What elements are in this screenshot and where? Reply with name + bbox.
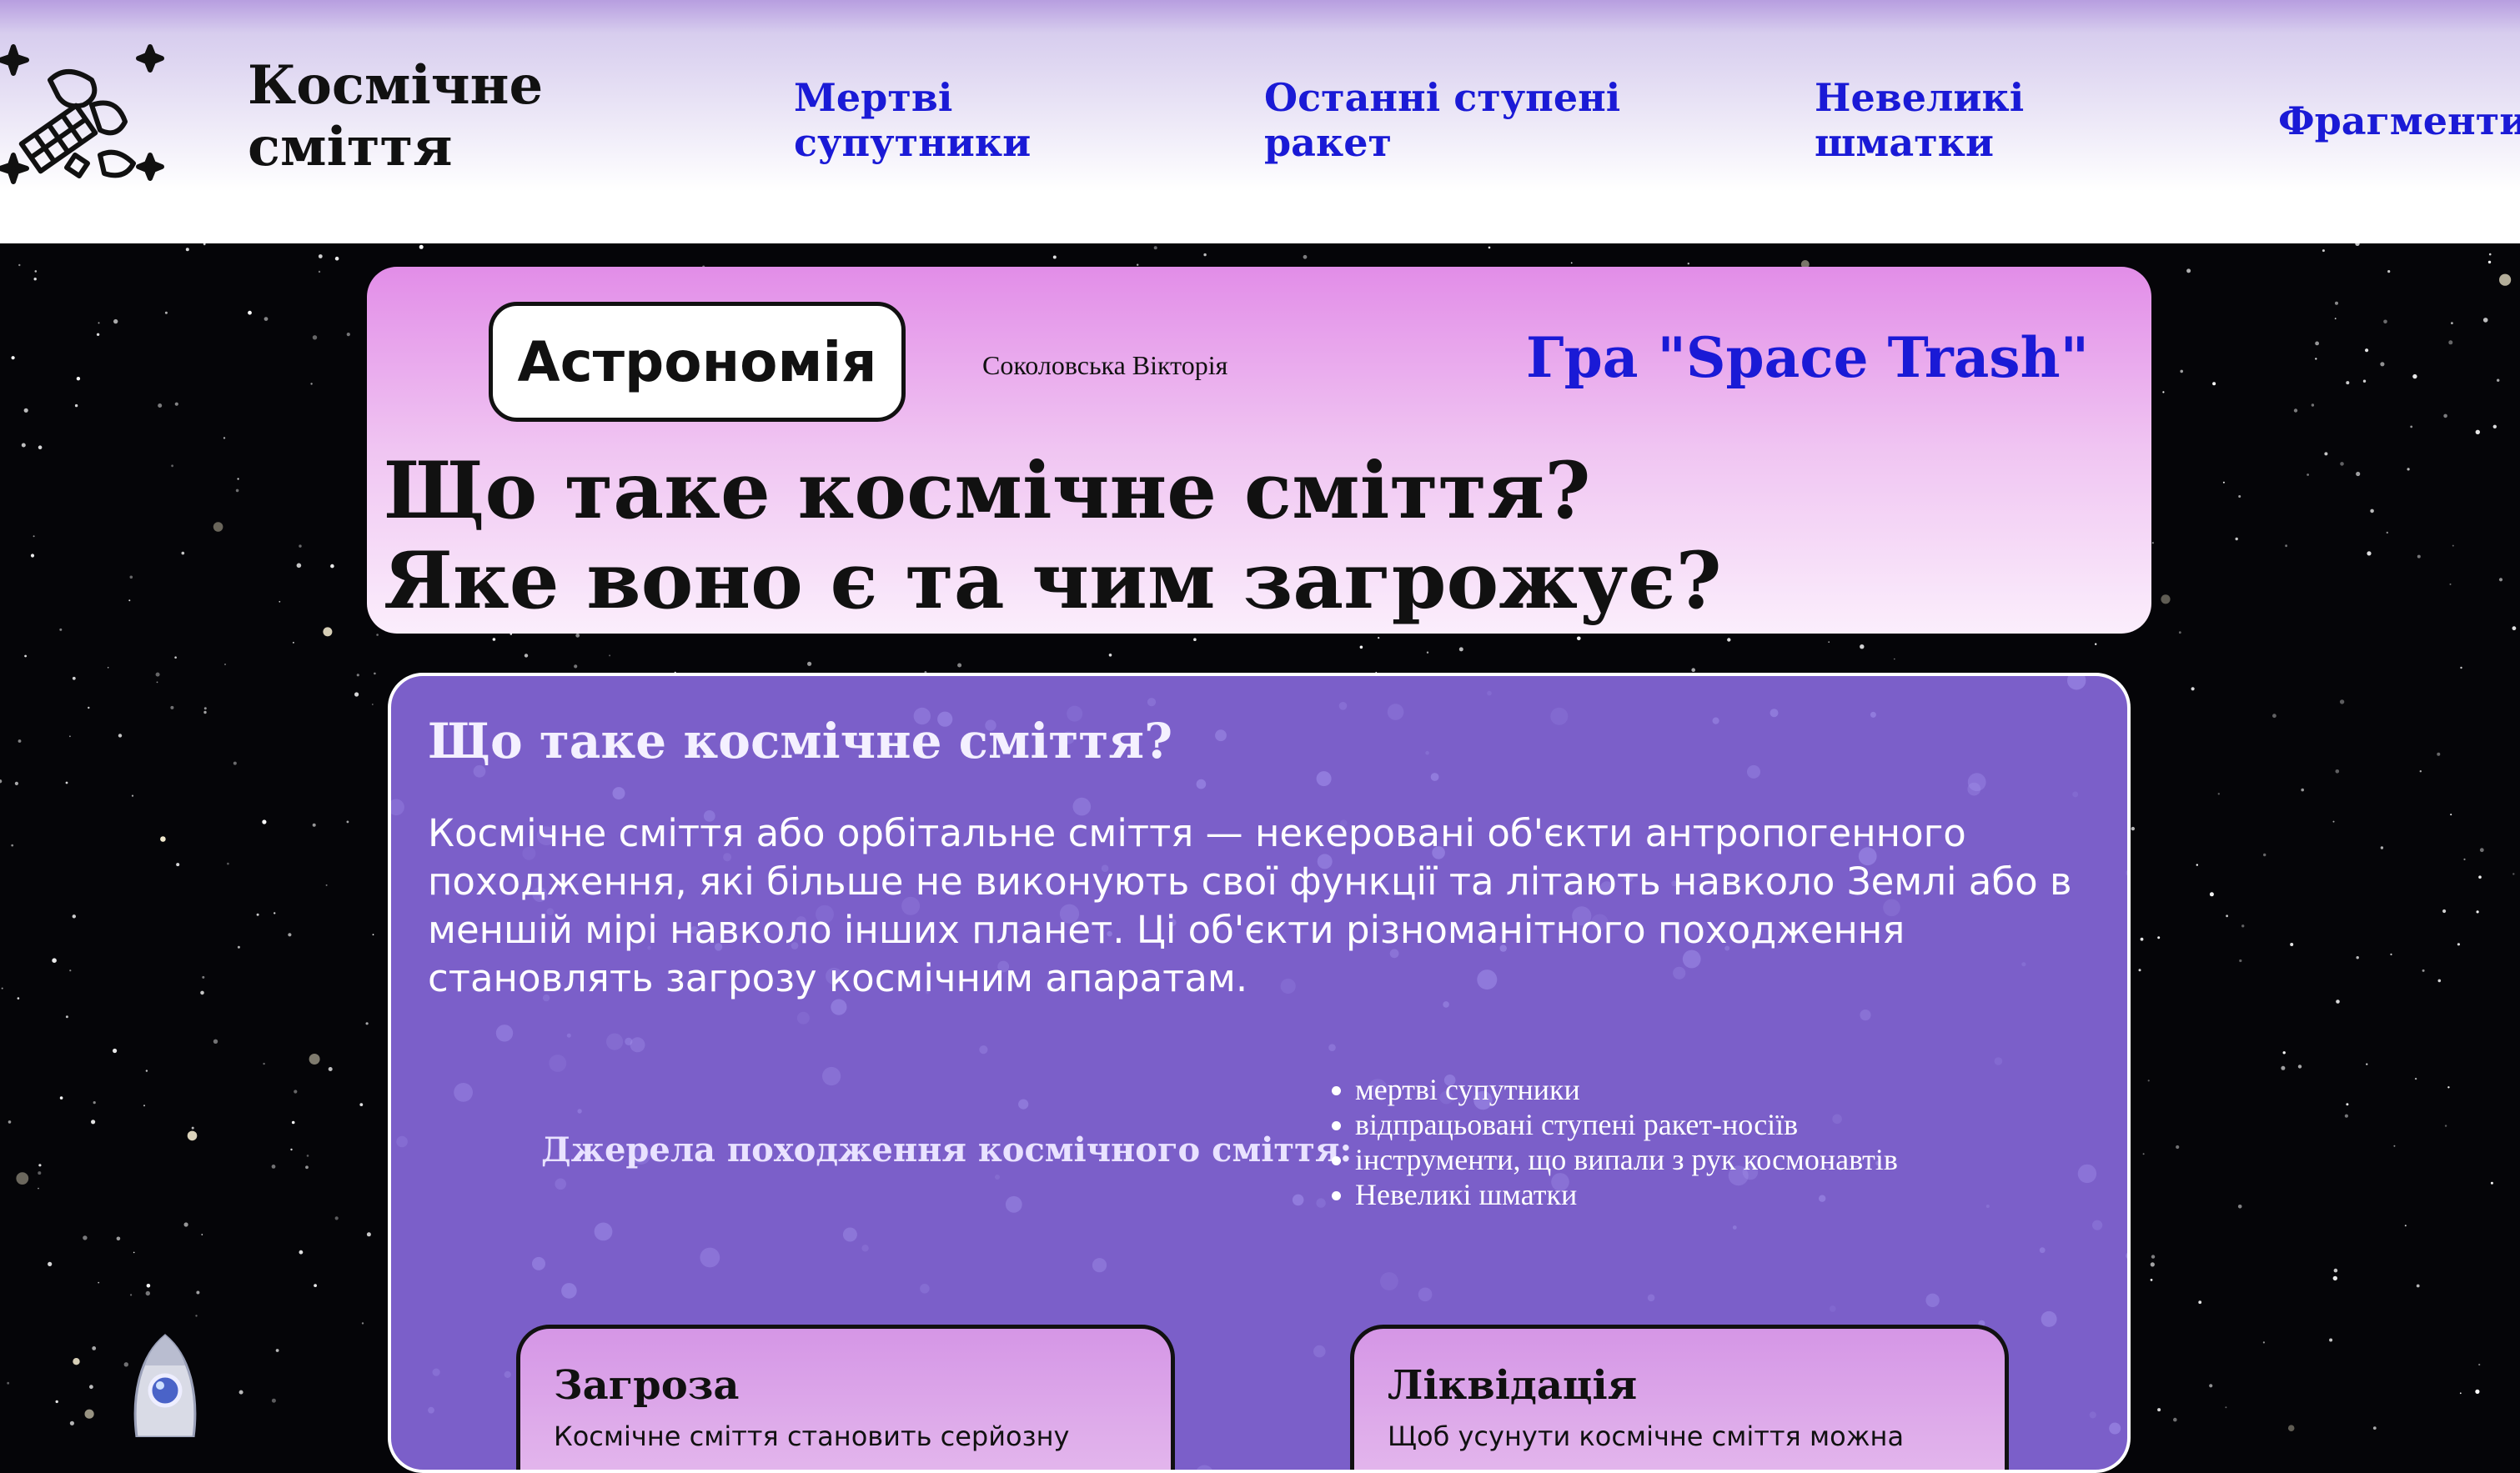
sources-list: мертві супутники відпрацьовані ступені р… bbox=[1325, 1072, 1898, 1212]
page-title: Що таке космічне сміття? Яке воно є та ч… bbox=[384, 446, 2151, 626]
section-heading: Що таке космічне сміття? bbox=[428, 713, 1172, 769]
elimination-card-text: Щоб усунути космічне сміття можна bbox=[1388, 1420, 1988, 1452]
list-item: інструменти, що випали з рук космонавтів bbox=[1355, 1142, 1898, 1177]
list-item: відпрацьовані ступені ракет-носіїв bbox=[1355, 1107, 1898, 1142]
list-item: мертві супутники bbox=[1355, 1072, 1898, 1107]
threat-card-title: Загроза bbox=[554, 1362, 739, 1409]
threat-card[interactable]: Загроза Космічне сміття становить серйоз… bbox=[516, 1325, 1175, 1473]
page-title-line-1: Що таке космічне сміття? bbox=[384, 446, 2151, 536]
list-item: Невеликі шматки bbox=[1355, 1177, 1898, 1212]
site-header: Космічне сміття Мертві супутники Останні… bbox=[0, 0, 2520, 243]
threat-card-text: Космічне сміття становить серйозну bbox=[554, 1420, 1154, 1452]
author-name: Соколовська Вікторія bbox=[982, 350, 1227, 381]
astronomy-button[interactable]: Астрономія bbox=[489, 302, 906, 422]
nav-link-small-pieces[interactable]: Невеликі шматки bbox=[1815, 75, 2065, 165]
elimination-card[interactable]: Ліквідація Щоб усунути космічне сміття м… bbox=[1350, 1325, 2009, 1473]
hero-card: Астрономія Соколовська Вікторія Гра "Spa… bbox=[367, 267, 2151, 634]
nav-link-rocket-stages[interactable]: Останні ступені ракет bbox=[1264, 75, 1648, 165]
site-title: Космічне сміття bbox=[248, 55, 548, 178]
rocket-icon[interactable] bbox=[123, 1332, 207, 1437]
main-content-card: Що таке космічне сміття? Космічне сміття… bbox=[388, 673, 2131, 1473]
space-debris-icon[interactable] bbox=[0, 30, 167, 197]
elimination-card-title: Ліквідація bbox=[1388, 1362, 1637, 1409]
nav-link-fragments[interactable]: Фрагменти bbox=[2278, 98, 2520, 143]
definition-paragraph: Космічне сміття або орбітальне сміття — … bbox=[428, 809, 2104, 1003]
page-title-line-2: Яке воно є та чим загрожує? bbox=[384, 536, 2151, 626]
nav-link-dead-satellites[interactable]: Мертві супутники bbox=[794, 75, 1061, 165]
sources-label: Джерела походження космічного сміття: bbox=[541, 1130, 1352, 1170]
game-link[interactable]: Гра "Space Trash" bbox=[1526, 325, 2089, 390]
